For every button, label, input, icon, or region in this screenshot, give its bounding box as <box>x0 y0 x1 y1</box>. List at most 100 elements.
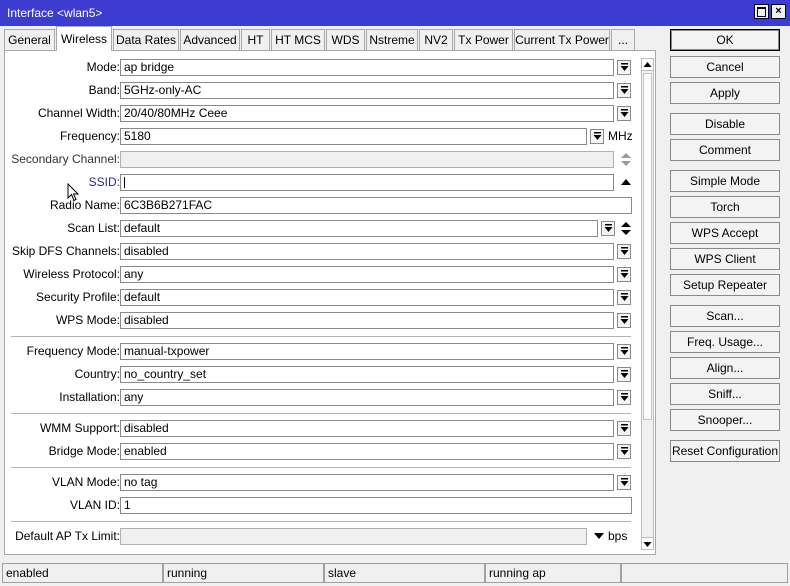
vertical-scrollbar[interactable] <box>641 58 654 550</box>
mode-select[interactable]: ap bridge <box>120 59 614 76</box>
reset-configuration-button[interactable]: Reset Configuration <box>670 440 780 462</box>
collapse-icon[interactable] <box>620 174 632 191</box>
ssid-input[interactable] <box>120 174 614 191</box>
skip-dfs-select[interactable]: disabled <box>120 243 614 260</box>
setup-repeater-button[interactable]: Setup Repeater <box>670 274 780 296</box>
dropdown-arrow-icon[interactable] <box>617 106 631 121</box>
band-row: Band: 5GHz-only-AC <box>5 82 645 99</box>
tab-current-tx-power[interactable]: Current Tx Power <box>514 29 610 51</box>
ok-button[interactable]: OK <box>670 29 780 51</box>
tab-wds[interactable]: WDS <box>326 29 365 51</box>
dropdown-arrow-icon[interactable] <box>617 267 631 282</box>
tab-tx-power[interactable]: Tx Power <box>454 29 513 51</box>
dropdown-arrow-icon[interactable] <box>617 444 631 459</box>
secondary-channel-row: Secondary Channel: <box>5 151 645 168</box>
close-button[interactable]: × <box>771 4 786 19</box>
section-divider <box>11 413 631 414</box>
scan-button[interactable]: Scan... <box>670 305 780 327</box>
sniff-button[interactable]: Sniff... <box>670 383 780 405</box>
align-button[interactable]: Align... <box>670 357 780 379</box>
dropdown-arrow-icon[interactable] <box>617 344 631 359</box>
wireless-protocol-label: Wireless Protocol: <box>23 267 120 281</box>
dropdown-arrow-icon[interactable] <box>617 290 631 305</box>
tab-general[interactable]: General <box>4 29 55 51</box>
mouse-pointer-icon <box>67 183 80 202</box>
expand-collapse-icon[interactable] <box>620 151 632 168</box>
band-select[interactable]: 5GHz-only-AC <box>120 82 614 99</box>
dropdown-arrow-icon[interactable] <box>601 221 615 236</box>
mode-label: Mode: <box>86 60 120 74</box>
wps-accept-button[interactable]: WPS Accept <box>670 222 780 244</box>
tab-more[interactable]: ... <box>611 29 635 51</box>
tab-wireless[interactable]: Wireless <box>56 26 112 51</box>
disable-button[interactable]: Disable <box>670 113 780 135</box>
wps-client-button[interactable]: WPS Client <box>670 248 780 270</box>
country-select[interactable]: no_country_set <box>120 366 614 383</box>
country-row: Country: no_country_set <box>5 366 645 383</box>
radio-name-input[interactable]: 6C3B6B271FAC <box>120 197 632 214</box>
torch-button[interactable]: Torch <box>670 196 780 218</box>
frequency-mode-label: Frequency Mode: <box>26 344 120 358</box>
dropdown-arrow-icon[interactable] <box>617 313 631 328</box>
wps-mode-select[interactable]: disabled <box>120 312 614 329</box>
mode-row: Mode: ap bridge <box>5 59 645 76</box>
dropdown-arrow-icon[interactable] <box>617 60 631 75</box>
simple-mode-button[interactable]: Simple Mode <box>670 170 780 192</box>
secondary-channel-label: Secondary Channel: <box>11 152 120 166</box>
wireless-protocol-select[interactable]: any <box>120 266 614 283</box>
scroll-down-icon[interactable] <box>642 537 653 549</box>
vlan-id-row: VLAN ID: 1 <box>5 497 645 514</box>
text-caret <box>124 177 125 188</box>
freq-usage-button[interactable]: Freq. Usage... <box>670 331 780 353</box>
frequency-unit: MHz <box>608 129 633 143</box>
dropdown-arrow-icon[interactable] <box>617 367 631 382</box>
wps-mode-row: WPS Mode: disabled <box>5 312 645 329</box>
tab-nv2[interactable]: NV2 <box>419 29 453 51</box>
scrollbar-thumb[interactable] <box>643 73 652 420</box>
section-divider <box>11 336 631 337</box>
channel-width-select[interactable]: 20/40/80MHz Ceee <box>120 105 614 122</box>
scroll-up-icon[interactable] <box>642 59 653 71</box>
window-title: Interface <wlan5> <box>7 6 103 20</box>
bridge-mode-row: Bridge Mode: enabled <box>5 443 645 460</box>
dropdown-arrow-icon[interactable] <box>617 83 631 98</box>
expand-collapse-icon[interactable] <box>620 220 632 237</box>
status-running: running <box>163 563 324 583</box>
scan-list-select[interactable]: default <box>120 220 598 237</box>
dropdown-arrow-icon[interactable] <box>617 244 631 259</box>
tab-advanced[interactable]: Advanced <box>180 29 240 51</box>
dropdown-arrow-icon[interactable] <box>590 129 604 144</box>
section-divider <box>11 467 631 468</box>
band-label: Band: <box>88 83 120 97</box>
tab-data-rates[interactable]: Data Rates <box>113 29 179 51</box>
security-profile-select[interactable]: default <box>120 289 614 306</box>
bridge-mode-select[interactable]: enabled <box>120 443 614 460</box>
tab-ht[interactable]: HT <box>241 29 270 51</box>
expand-icon[interactable] <box>593 528 605 545</box>
frequency-mode-select[interactable]: manual-txpower <box>120 343 614 360</box>
cancel-button[interactable]: Cancel <box>670 56 780 78</box>
tab-ht-mcs[interactable]: HT MCS <box>271 29 325 51</box>
radio-name-row: Radio Name: 6C3B6B271FAC <box>5 197 645 214</box>
wireless-protocol-row: Wireless Protocol: any <box>5 266 645 283</box>
vlan-id-input[interactable]: 1 <box>120 497 632 514</box>
vlan-mode-row: VLAN Mode: no tag <box>5 474 645 491</box>
section-divider <box>11 521 631 522</box>
installation-select[interactable]: any <box>120 389 614 406</box>
frequency-label: Frequency: <box>59 129 120 143</box>
dropdown-arrow-icon[interactable] <box>617 421 631 436</box>
tab-nstreme[interactable]: Nstreme <box>366 29 418 51</box>
vlan-id-label: VLAN ID: <box>69 498 120 512</box>
dropdown-arrow-icon[interactable] <box>617 475 631 490</box>
country-label: Country: <box>74 367 120 381</box>
dropdown-arrow-icon[interactable] <box>617 390 631 405</box>
skip-dfs-row: Skip DFS Channels: disabled <box>5 243 645 260</box>
comment-button[interactable]: Comment <box>670 139 780 161</box>
vlan-mode-select[interactable]: no tag <box>120 474 614 491</box>
wmm-support-select[interactable]: disabled <box>120 420 614 437</box>
maximize-button[interactable] <box>754 4 769 19</box>
apply-button[interactable]: Apply <box>670 82 780 104</box>
scan-list-row: Scan List: default <box>5 220 645 237</box>
frequency-select[interactable]: 5180 <box>120 128 587 145</box>
snooper-button[interactable]: Snooper... <box>670 409 780 431</box>
